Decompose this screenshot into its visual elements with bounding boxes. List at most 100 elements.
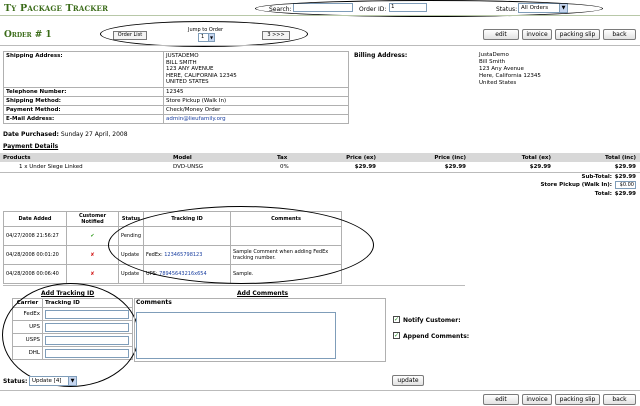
update-button[interactable]: update xyxy=(392,375,424,386)
search-input[interactable] xyxy=(293,3,353,12)
notify-customer-checkbox[interactable]: ✓ xyxy=(393,316,400,323)
section-divider xyxy=(0,45,640,46)
history-comment xyxy=(230,226,342,246)
col-total-ex: Total (ex) xyxy=(521,155,551,161)
fedex-tracking-input[interactable] xyxy=(45,309,129,319)
payment-method-label: Payment Method: xyxy=(3,105,164,115)
history-date: 04/27/2008 21:56:27 xyxy=(3,226,67,246)
product-price-ex: $29.99 xyxy=(354,164,376,170)
product-tax: 0% xyxy=(280,164,289,170)
status-filter-select[interactable]: All Orders ▼ xyxy=(518,3,568,13)
shipping-method-value: Store Pickup (Walk In) xyxy=(163,96,349,106)
add-tracking-title: Add Tracking ID xyxy=(41,290,95,297)
next-order-button[interactable]: 3 >>> xyxy=(262,31,290,40)
history-tracking: UPS: 78945643216x654 xyxy=(143,264,231,284)
email-label: E-Mail Address: xyxy=(3,114,164,124)
page-title: Order # 1 xyxy=(4,30,52,40)
back-button[interactable]: back xyxy=(603,29,636,40)
history-comment: Sample Comment when adding FedEx trackin… xyxy=(230,245,342,265)
order-id-label: Order ID: xyxy=(359,6,387,13)
total-value: $29.99 xyxy=(614,191,636,197)
shipping-line: UNITED STATES xyxy=(166,79,209,85)
telephone-label: Telephone Number: xyxy=(3,87,164,97)
col-model: Model xyxy=(173,155,192,161)
subtotal-value: $29.99 xyxy=(614,174,636,180)
col-products: Products xyxy=(3,155,31,161)
packing-slip-button[interactable]: packing slip xyxy=(555,29,600,40)
app-title: Ty Package Tracker xyxy=(4,3,109,14)
history-status: Update xyxy=(118,264,144,284)
status-select[interactable]: Update [4] ▼ xyxy=(29,376,77,386)
products-divider xyxy=(0,172,640,173)
section-divider xyxy=(3,285,465,286)
chevron-down-icon: ▼ xyxy=(68,377,76,385)
invoice-button-bottom[interactable]: invoice xyxy=(522,394,552,405)
dhl-tracking-input[interactable] xyxy=(45,348,129,358)
back-button-bottom[interactable]: back xyxy=(603,394,636,405)
date-purchased-value: Sunday 27 April, 2008 xyxy=(60,131,128,138)
billing-line: JustaDemo xyxy=(479,52,509,58)
status-history-table: Date Added Customer Notified Status Trac… xyxy=(3,211,342,284)
order-id-input[interactable]: 1 xyxy=(389,3,427,12)
shipping-address-value: JUSTADEMO BILL SMITH 123 ANY AVENUE HERE… xyxy=(163,51,349,88)
header-divider xyxy=(0,15,640,16)
shipping-cost-input[interactable]: $0.00 xyxy=(615,181,636,189)
date-purchased: Date Purchased: Sunday 27 April, 2008 xyxy=(3,131,128,138)
usps-tracking-input[interactable] xyxy=(45,335,129,345)
comments-textarea[interactable] xyxy=(136,312,336,359)
history-date: 04/28/2008 00:01:20 xyxy=(3,245,67,265)
payment-method-value: Check/Money Order xyxy=(163,105,349,115)
billing-address-value: JustaDemo Bill Smith 123 Any Avenue Here… xyxy=(479,52,541,87)
table-row: 04/27/2008 21:56:27 ✔ Pending xyxy=(3,226,342,246)
comments-label: Comments xyxy=(136,299,172,306)
product-price-inc: $29.99 xyxy=(444,164,466,170)
product-total-inc: $29.99 xyxy=(614,164,636,170)
history-comment: Sample. xyxy=(230,264,342,284)
col-tax: Tax xyxy=(277,155,288,161)
col-price-ex: Price (ex) xyxy=(346,155,376,161)
col-comments: Comments xyxy=(230,211,342,227)
packing-slip-button-bottom[interactable]: packing slip xyxy=(555,394,600,405)
payment-details-link[interactable]: Payment Details xyxy=(3,143,58,150)
notify-customer-label: Notify Customer: xyxy=(403,317,461,324)
col-customer-notified: Customer Notified xyxy=(66,211,119,227)
history-status: Pending xyxy=(118,226,144,246)
ups-tracking-input[interactable] xyxy=(45,322,129,332)
footer-divider xyxy=(0,390,640,391)
table-row: 04/28/2008 00:01:20 ✘ Update FedEx: 1234… xyxy=(3,245,342,265)
status-filter-value: All Orders xyxy=(521,5,549,11)
email-link[interactable]: admin@lieufamily.org xyxy=(166,116,226,122)
order-list-button[interactable]: Order List xyxy=(113,31,147,40)
billing-line: United States xyxy=(479,80,517,86)
table-row: UPS xyxy=(12,320,133,334)
chevron-down-icon: ▼ xyxy=(559,4,567,12)
shipping-address-label: Shipping Address: xyxy=(3,51,164,88)
jump-to-order-select[interactable]: 1 ▼ xyxy=(198,33,215,42)
carrier-usps-label: USPS xyxy=(12,333,43,347)
carrier-fedex-label: FedEx xyxy=(12,307,43,321)
chevron-down-icon: ▼ xyxy=(208,34,214,41)
history-tracking: FedEx: 123465798123 xyxy=(143,245,231,265)
col-tracking-id: Tracking ID xyxy=(143,211,231,227)
status-filter-label: Status: xyxy=(496,6,518,13)
add-comments-title: Add Comments xyxy=(237,290,289,297)
table-row: FedEx xyxy=(12,307,133,321)
invoice-button[interactable]: invoice xyxy=(522,29,552,40)
history-tracking xyxy=(143,226,231,246)
billing-line: Here, California 12345 xyxy=(479,73,541,79)
edit-button-bottom[interactable]: edit xyxy=(483,394,519,405)
cross-icon: ✘ xyxy=(66,264,119,284)
tracking-link[interactable]: 78945643216x654 xyxy=(159,271,207,277)
append-comments-label: Append Comments: xyxy=(403,333,470,340)
shipping-details-table: Shipping Address: JUSTADEMO BILL SMITH 1… xyxy=(3,51,349,124)
edit-button[interactable]: edit xyxy=(483,29,519,40)
tracking-link[interactable]: 123465798123 xyxy=(164,252,202,258)
total-label: Total: xyxy=(594,191,612,197)
append-comments-checkbox[interactable]: ✓ xyxy=(393,332,400,339)
date-purchased-label: Date Purchased: xyxy=(3,131,59,138)
billing-line: Bill Smith xyxy=(479,59,506,65)
product-total-ex: $29.99 xyxy=(529,164,551,170)
col-total-inc: Total (inc) xyxy=(604,155,636,161)
billing-line: 123 Any Avenue xyxy=(479,66,524,72)
col-carrier: Carrier xyxy=(12,298,43,308)
